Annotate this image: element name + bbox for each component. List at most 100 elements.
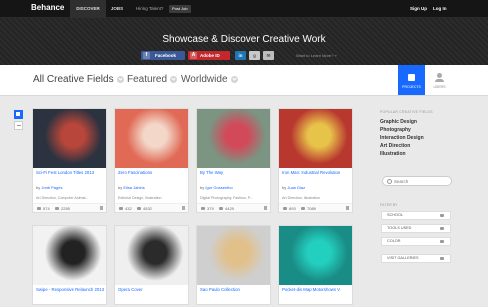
by-label: by: [118, 185, 123, 190]
eye-icon: [219, 207, 223, 211]
project-card[interactable]: Zero Fascinations by Elisa Jabins Editoria…: [114, 108, 189, 213]
facebook-icon: f: [143, 52, 150, 59]
project-thumbnail[interactable]: [33, 226, 106, 285]
project-card[interactable]: Swipe - Responsive Relaunch 2013: [32, 225, 107, 305]
popular-field-graphic-design[interactable]: Graphic Design: [380, 119, 417, 125]
filter-school-label: SCHOOL: [387, 213, 404, 217]
project-title[interactable]: Opera Cover: [118, 287, 143, 292]
appreciations-count: 379: [201, 206, 214, 211]
project-thumbnail[interactable]: [33, 109, 106, 168]
chevron-down-icon: [170, 75, 178, 83]
projects-icon: [408, 74, 415, 81]
appreciations-count: 693: [283, 206, 296, 211]
user-icon: [437, 73, 442, 78]
adobe-id-button[interactable]: A Adobe ID: [188, 51, 230, 60]
gallery-icon: [440, 257, 444, 260]
grid-icon: [16, 112, 20, 116]
learn-more-link[interactable]: Want to Learn More? »: [296, 51, 337, 60]
project-card[interactable]: Iron Man: Industrial Revolution by Juan D…: [278, 108, 353, 213]
google-button[interactable]: g: [249, 51, 260, 60]
facebook-login-button[interactable]: f Facebook: [141, 51, 185, 60]
project-title[interactable]: Zero Fascinations: [118, 170, 152, 175]
filter-school[interactable]: SCHOOL: [381, 211, 451, 220]
owner-link[interactable]: Juan Diaz: [287, 185, 305, 190]
adobe-icon: A: [190, 52, 197, 59]
creative-fields-dropdown[interactable]: All Creative Fields: [33, 74, 124, 85]
sign-up-link[interactable]: Sign Up: [410, 0, 427, 18]
project-thumbnail[interactable]: [197, 109, 270, 168]
search-input[interactable]: [394, 178, 450, 185]
school-icon: [440, 214, 444, 217]
creative-fields-label: All Creative Fields: [33, 74, 114, 85]
popular-field-art-direction[interactable]: Art Direction: [380, 143, 410, 149]
project-title[interactable]: Sao Paulo Collection: [200, 287, 240, 292]
project-owner: by Elisa Jabins: [118, 185, 145, 190]
appreciations-count: 432: [119, 206, 132, 211]
trash-icon[interactable]: [182, 206, 185, 210]
filter-by-heading: FILTER BY: [380, 203, 398, 207]
location-label: Worldwide: [181, 74, 228, 85]
project-card[interactable]: Sci-Fi Fest London Titles 2013 by Jordi P…: [32, 108, 107, 213]
project-title[interactable]: Sci-Fi Fest London Titles 2013: [36, 170, 94, 175]
filter-color[interactable]: COLOR: [381, 237, 451, 246]
project-title[interactable]: By The Way: [200, 170, 223, 175]
projects-tab[interactable]: PROJECTS: [398, 65, 425, 95]
log-in-link[interactable]: Log In: [433, 0, 447, 18]
grid-view-button[interactable]: [14, 110, 23, 119]
nav-jobs[interactable]: JOBS: [106, 0, 128, 18]
popular-field-interaction-design[interactable]: Interaction Design: [380, 135, 424, 141]
project-title[interactable]: Iron Man: Industrial Revolution: [282, 170, 340, 175]
filter-tools-used[interactable]: TOOLS USED: [381, 224, 451, 233]
location-dropdown[interactable]: Worldwide: [181, 74, 238, 85]
eye-icon: [137, 207, 141, 211]
post-job-button[interactable]: Post Job: [169, 5, 191, 13]
nav-discover[interactable]: DISCOVER: [70, 0, 106, 18]
project-title[interactable]: Swipe - Responsive Relaunch 2013: [36, 287, 104, 292]
hero-title: Showcase & Discover Creative Work: [162, 34, 326, 45]
thumbs-up-icon: [283, 207, 287, 211]
linkedin-button[interactable]: in: [235, 51, 246, 60]
list-icon: [17, 125, 21, 126]
project-card[interactable]: Opera Cover: [114, 225, 189, 305]
trash-icon[interactable]: [100, 206, 103, 210]
project-thumbnail[interactable]: [279, 109, 352, 168]
project-fields: Editorial Design, Illustration: [118, 196, 162, 200]
project-thumbnail[interactable]: [115, 109, 188, 168]
views-count: 7089: [301, 206, 316, 211]
project-fields: Digital Photography, Fashion, P...: [200, 196, 253, 200]
project-card[interactable]: Sao Paulo Collection: [196, 225, 271, 305]
featured-dropdown[interactable]: Featured: [127, 74, 178, 85]
thumbs-up-icon: [37, 207, 41, 211]
project-owner: by Jordi Pagès: [36, 185, 62, 190]
project-title[interactable]: Pocket-dis Map Motorshows V: [282, 287, 340, 292]
top-navigation-bar: Behance DISCOVER JOBS Hiring Talent? Pos…: [0, 0, 488, 18]
project-thumbnail[interactable]: [115, 226, 188, 285]
project-card[interactable]: Pocket-dis Map Motorshows V: [278, 225, 353, 305]
trash-icon[interactable]: [346, 206, 349, 210]
thumbs-up-icon: [119, 207, 123, 211]
tools-icon: [440, 227, 444, 230]
project-stats: 574 2255: [33, 203, 106, 212]
users-tab[interactable]: USERS: [426, 65, 453, 95]
owner-link[interactable]: Igor Gussentho: [205, 185, 232, 190]
views-count: 2255: [55, 206, 70, 211]
visit-galleries-button[interactable]: VISIT GALLERIES: [381, 254, 451, 263]
project-thumbnail[interactable]: [279, 226, 352, 285]
project-card[interactable]: By The Way by Igor Gussentho Digital Photo…: [196, 108, 271, 213]
by-label: by: [282, 185, 287, 190]
visit-galleries-label: VISIT GALLERIES: [387, 256, 419, 260]
popular-field-photography[interactable]: Photography: [380, 127, 411, 133]
trash-icon[interactable]: [264, 206, 267, 210]
featured-label: Featured: [127, 74, 168, 85]
hiring-talent-label: Hiring Talent?: [136, 6, 164, 11]
project-owner: by Juan Diaz: [282, 185, 305, 190]
owner-link[interactable]: Elisa Jabins: [123, 185, 144, 190]
project-thumbnail[interactable]: [197, 226, 270, 285]
list-view-button[interactable]: [14, 121, 23, 130]
hero-banner: Showcase & Discover Creative Work f Face…: [0, 18, 488, 65]
email-button[interactable]: ✉: [263, 51, 274, 60]
behance-logo[interactable]: Behance: [31, 3, 64, 12]
owner-link[interactable]: Jordi Pagès: [41, 185, 62, 190]
popular-field-illustration[interactable]: Illustration: [380, 151, 406, 157]
views-count: 4429: [219, 206, 234, 211]
